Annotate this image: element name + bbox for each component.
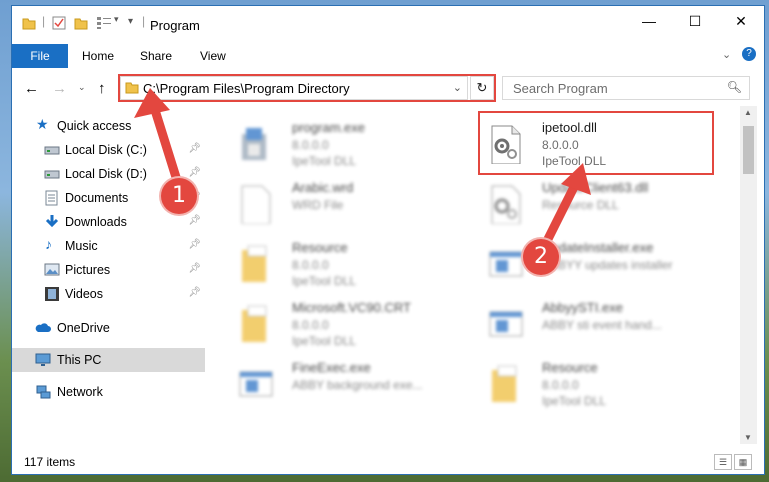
callout-badge-1: 1 <box>161 178 197 214</box>
arrow-1-head <box>134 88 170 118</box>
annotation-arrows <box>134 88 591 260</box>
callout-badge-2: 2 <box>523 239 559 275</box>
